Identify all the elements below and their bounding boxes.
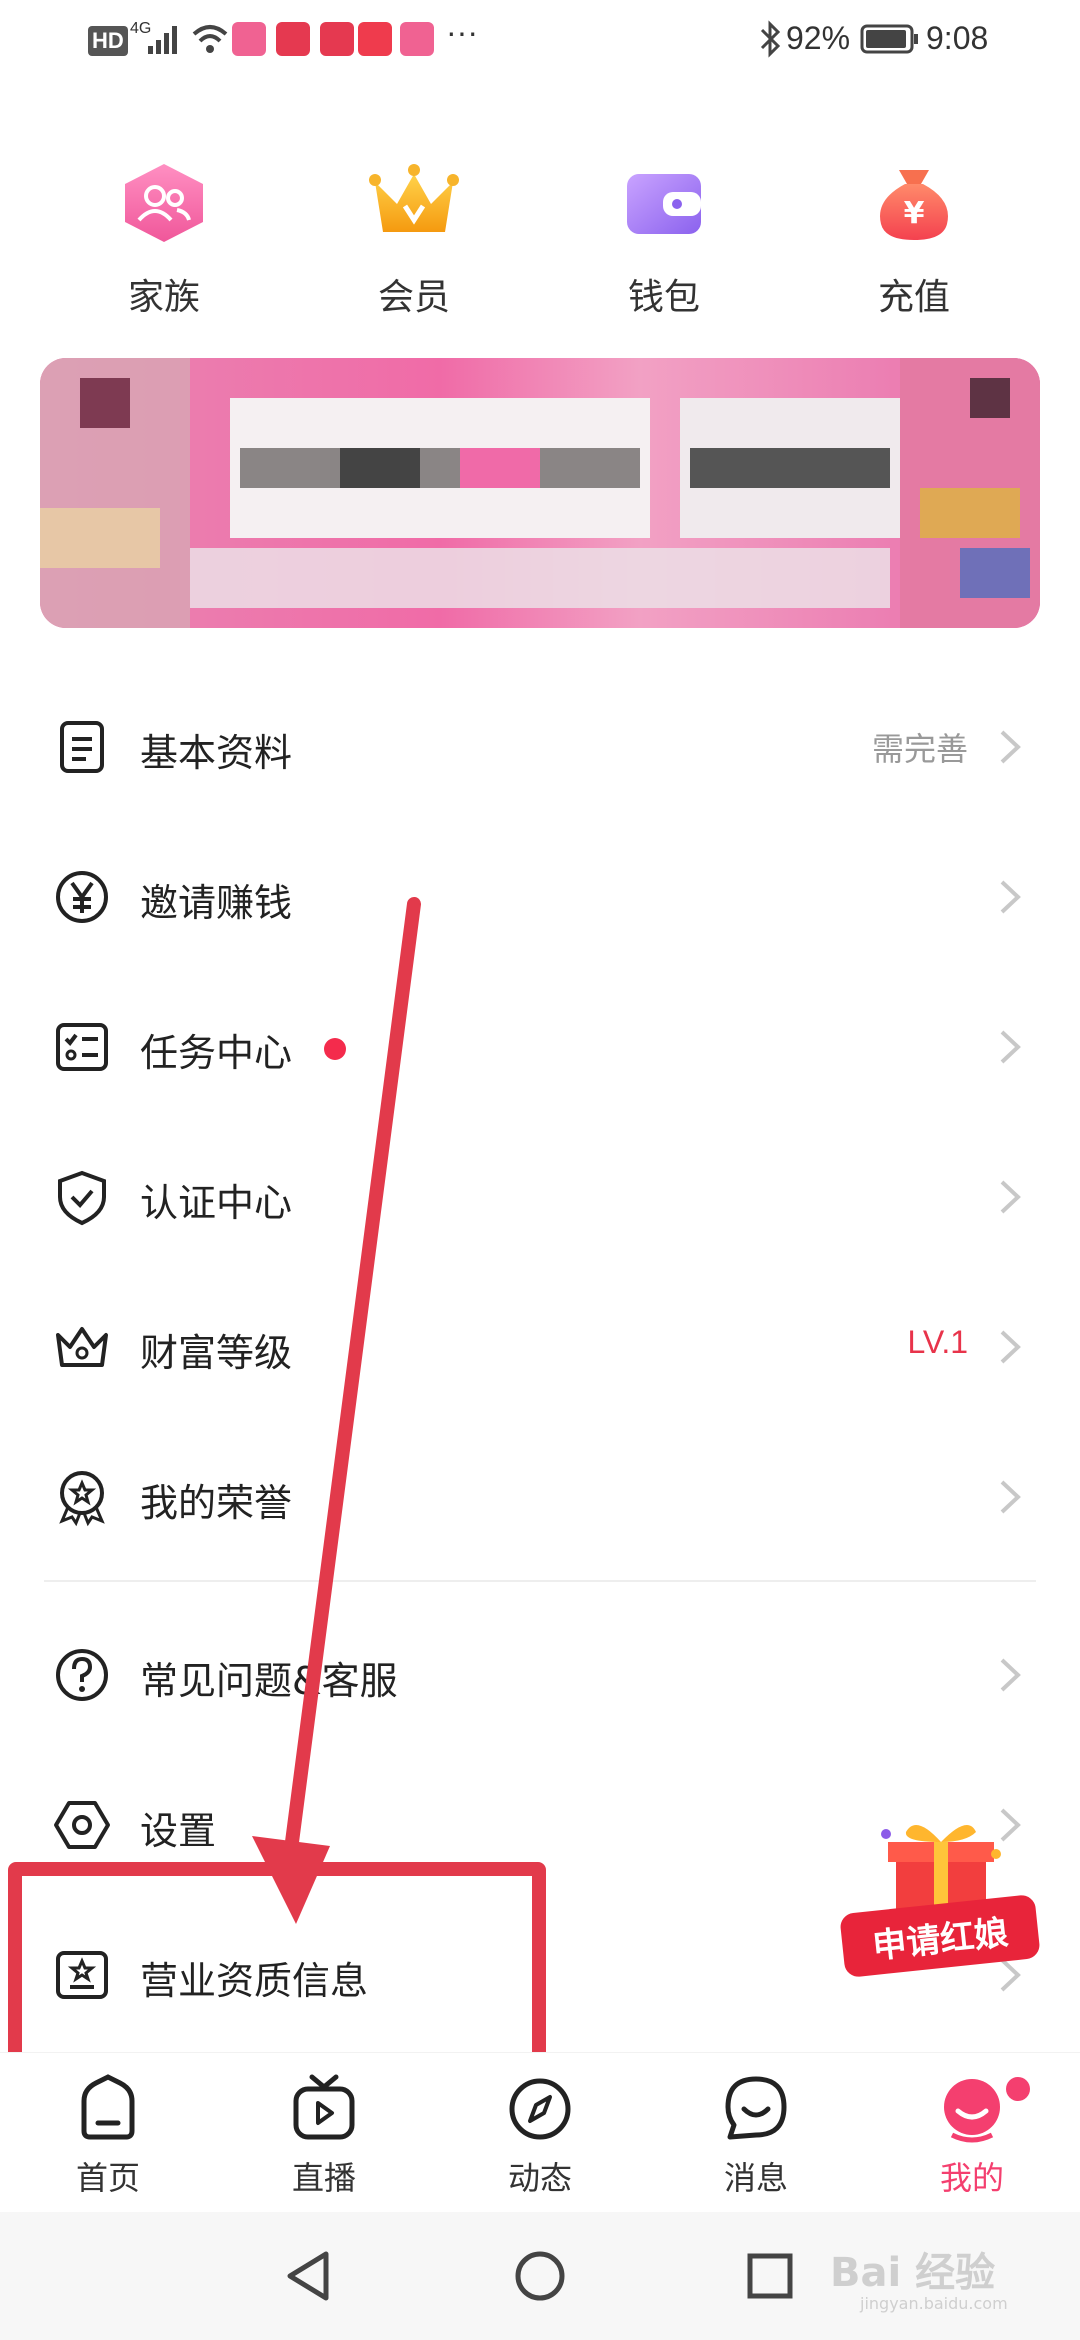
menu-item-invite-earn[interactable]: 邀请赚钱 (0, 822, 1080, 972)
app-notification-icon (400, 22, 434, 56)
battery-percent: 92% (786, 20, 851, 56)
profile-document-icon (60, 721, 104, 773)
menu-item-task-center[interactable]: 任务中心 (0, 972, 1080, 1122)
quick-action-vip[interactable]: 会员 (324, 160, 504, 330)
back-triangle-icon[interactable] (280, 2248, 336, 2304)
task-checklist-icon (56, 1023, 108, 1071)
quick-action-label: 钱包 (627, 277, 700, 318)
menu-item-faq-support[interactable]: 常见问题&客服 (0, 1600, 1080, 1750)
app-notification-icon (232, 22, 266, 56)
money-bag-icon: ¥ (869, 160, 959, 246)
quick-action-recharge[interactable]: ¥ 充值 (824, 160, 1004, 330)
wifi-icon (192, 25, 228, 53)
hd-icon: HD (88, 26, 128, 56)
watermark-subtext: jingyan.baidu.com (860, 2294, 1008, 2313)
system-nav-bar: Bai 经验 jingyan.baidu.com (0, 2212, 1080, 2340)
settings-hexagon-icon (54, 1801, 110, 1849)
app-notification-icon (320, 22, 354, 56)
chevron-right-icon (1000, 1030, 1021, 1064)
tab-live[interactable]: 直播 (254, 2073, 394, 2203)
promo-banner[interactable] (40, 358, 1040, 628)
shield-check-icon (58, 1170, 106, 1226)
tab-label: 动态 (507, 2159, 572, 2197)
status-bar: HD 4G ··· 92% 9:08 (0, 0, 1080, 80)
yen-coin-icon (56, 871, 108, 923)
compass-icon (509, 2078, 571, 2140)
quick-action-wallet[interactable]: 钱包 (574, 160, 754, 330)
tab-moments[interactable]: 动态 (470, 2073, 610, 2203)
app-notification-icon (276, 22, 310, 56)
menu-item-honors[interactable]: 我的荣誉 (0, 1422, 1080, 1572)
bottom-tab-bar: 首页 直播 动态 消息 我的 (0, 2052, 1080, 2213)
watermark-text: Bai 经验 (830, 2250, 996, 2296)
quick-action-label: 充值 (877, 277, 950, 318)
menu-item-wealth-level[interactable]: 财富等级 LV.1 (0, 1272, 1080, 1422)
tab-label: 我的 (939, 2159, 1004, 2197)
live-tv-icon (293, 2074, 355, 2140)
bluetooth-icon (760, 20, 781, 58)
chevron-right-icon (1000, 730, 1021, 764)
menu-item-label: 任务中心 (140, 1031, 293, 1075)
chevron-right-icon (1000, 1180, 1021, 1214)
avatar-face-icon (944, 2079, 1000, 2143)
tab-label: 消息 (723, 2159, 788, 2197)
menu-item-verification[interactable]: 认证中心 (0, 1122, 1080, 1272)
crown-outline-icon (56, 1327, 108, 1367)
annotation-highlight-box (8, 1862, 546, 2066)
chevron-right-icon (1000, 880, 1021, 914)
quick-action-family[interactable]: 家族 (74, 160, 254, 330)
chevron-right-icon (1000, 1658, 1021, 1692)
chevron-right-icon (1000, 1330, 1021, 1364)
tab-label: 直播 (291, 2159, 356, 2197)
quick-action-label: 家族 (127, 277, 200, 318)
svg-text:¥: ¥ (904, 196, 925, 231)
help-question-icon (56, 1649, 108, 1701)
chevron-right-icon (1000, 1480, 1021, 1514)
section-divider (44, 1580, 1036, 1582)
tab-home[interactable]: 首页 (38, 2073, 178, 2203)
tab-messages[interactable]: 消息 (686, 2073, 826, 2203)
crown-icon (369, 160, 459, 246)
menu-item-label: 财富等级 (140, 1331, 293, 1375)
medal-icon (59, 1471, 105, 1527)
menu-item-label: 认证中心 (140, 1181, 293, 1225)
battery-icon (860, 24, 918, 54)
status-time: 9:08 (926, 20, 989, 56)
wallet-icon (619, 160, 709, 246)
notification-dot (1006, 2077, 1030, 2101)
signal-bars-icon (148, 26, 177, 54)
apply-matchmaker-promo[interactable]: 申请红娘 (839, 1814, 1041, 1990)
huawei-icon (358, 22, 392, 56)
quick-action-label: 会员 (377, 277, 450, 318)
menu-item-label: 邀请赚钱 (140, 881, 293, 925)
home-icon (81, 2074, 135, 2140)
menu-item-label: 我的荣誉 (140, 1481, 293, 1525)
family-icon (119, 160, 209, 246)
menu-item-label: 设置 (140, 1809, 217, 1853)
tab-label: 首页 (75, 2159, 140, 2197)
menu-item-label: 常见问题&客服 (140, 1659, 398, 1703)
menu-item-label: 基本资料 (140, 731, 293, 775)
more-icon: ··· (446, 14, 478, 50)
home-circle-icon[interactable] (512, 2248, 568, 2304)
red-dot-badge (324, 1038, 346, 1060)
menu-item-status: 需完善 (871, 730, 968, 768)
recents-square-icon[interactable] (742, 2248, 798, 2304)
chat-bubble-icon (725, 2076, 787, 2140)
menu-item-basic-profile[interactable]: 基本资料 需完善 (0, 672, 1080, 822)
wealth-level-value: LV.1 (907, 1324, 968, 1360)
